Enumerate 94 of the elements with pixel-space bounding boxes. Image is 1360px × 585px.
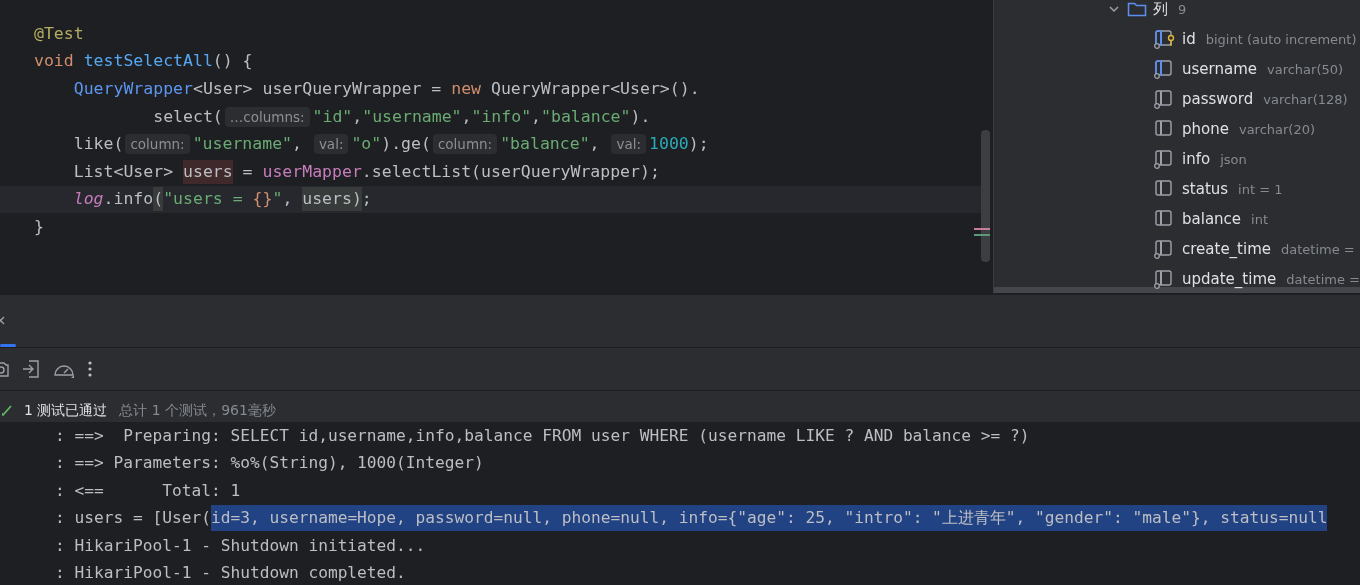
column-name: phone <box>1182 120 1229 138</box>
column-type: bigint (auto increment) <box>1205 31 1357 47</box>
code-token: 1000 <box>649 133 689 156</box>
code-token: = <box>241 160 254 183</box>
column-row[interactable]: password varchar(128) <box>994 84 1360 114</box>
column-row[interactable]: phone varchar(20) <box>994 114 1360 144</box>
column-type: varchar(128) <box>1263 91 1348 107</box>
test-result: 1 测试已通过 <box>24 402 108 420</box>
code-token: .selectList(userQueryWrapper); <box>361 160 660 183</box>
column-name: username <box>1182 60 1257 78</box>
code-token: () { <box>212 50 253 73</box>
column-row[interactable]: username varchar(50) <box>994 54 1360 84</box>
column-type: varchar(20) <box>1238 121 1316 137</box>
code-token: @Test <box>34 22 84 45</box>
code-token: , <box>352 105 363 128</box>
log-text: : users = [User( <box>55 507 211 530</box>
change-marker <box>974 228 990 230</box>
column-type: json <box>1220 151 1247 167</box>
code-token: , <box>282 188 294 211</box>
code-token: , <box>531 105 542 128</box>
column-type: int = 1 <box>1238 181 1283 197</box>
code-token: ; <box>361 188 372 211</box>
column-name: id <box>1182 30 1196 48</box>
code-token: ); <box>688 133 709 156</box>
parameter-hint: …columns: <box>224 106 310 127</box>
code-token: List<User> <box>72 160 175 183</box>
code-token: , <box>292 133 303 156</box>
code-token: ). <box>630 105 651 128</box>
code-token: ).ge( <box>381 133 431 156</box>
code-token: {} <box>252 188 273 211</box>
camera-icon[interactable] <box>0 359 10 379</box>
key-column-icon <box>1154 29 1176 49</box>
code-token: <User> userQueryWrapper = <box>192 78 443 100</box>
code-token: "info" <box>471 105 532 128</box>
log-text: : ==> Preparing: SELECT id,username,info,balance FROM user WHERE (username LIKE ? AND balance >= ?) <box>55 424 1030 447</box>
column-name: password <box>1182 90 1254 108</box>
scrollbar[interactable] <box>981 130 990 262</box>
column-row[interactable]: balance int <box>994 204 1360 234</box>
code-token: userMapper <box>262 160 362 183</box>
item-count: 9 <box>1178 1 1187 17</box>
column-row[interactable]: id bigint (auto increment) <box>994 24 1360 54</box>
folder-icon <box>1127 1 1147 17</box>
change-marker <box>974 234 990 236</box>
log-text: : ==> Parameters: %o%(String), 1000(Integer) <box>55 452 484 475</box>
code-token: "username" <box>362 105 462 128</box>
code-token: .info <box>103 188 154 211</box>
parameter-hint: val: <box>611 134 646 155</box>
selected-log-text: id=3, username=Hope, password=null, phone=null, info={"age": 25, "intro": "上进青年", "gender": "male"}, status=null <box>210 505 1328 532</box>
column-name: status <box>1182 180 1229 198</box>
code-token: } <box>34 215 44 238</box>
code-token: new <box>451 78 483 100</box>
column-row[interactable]: create_time datetime = <box>994 234 1360 264</box>
more-icon[interactable] <box>87 359 93 379</box>
folder-label[interactable]: 列 <box>1153 0 1168 19</box>
code-token: " <box>272 188 283 211</box>
log-text: : HikariPool-1 - Shutdown completed. <box>55 562 406 585</box>
column-type: int <box>1251 211 1268 227</box>
code-token: log <box>72 188 104 211</box>
code-token: , <box>589 133 601 156</box>
log-text: : HikariPool-1 - Shutdown initiated... <box>55 534 426 557</box>
column-name: info <box>1182 150 1211 168</box>
column-name: balance <box>1182 210 1242 228</box>
code-token: testSelectAll <box>83 50 213 73</box>
column-type: datetime = <box>1286 271 1360 287</box>
column-name: create_time <box>1182 240 1271 258</box>
code-token: users) <box>302 187 362 212</box>
column-name: update_time <box>1182 270 1277 288</box>
import-icon[interactable] <box>21 359 41 379</box>
log-text: : <== Total: 1 <box>55 479 241 502</box>
tab-indicator <box>0 344 16 347</box>
code-token: "users = <box>163 188 244 211</box>
code-token: select( <box>152 105 223 128</box>
parameter-hint: column: <box>125 134 190 155</box>
test-summary: 总计 1 个测试，961毫秒 <box>119 402 276 420</box>
code-token: "username" <box>192 133 292 156</box>
code-token: "balance" <box>541 105 631 128</box>
column-row[interactable]: status int = 1 <box>994 174 1360 204</box>
code-token: ( <box>153 187 164 212</box>
code-token: "o" <box>351 133 382 156</box>
parameter-hint: val: <box>313 134 349 155</box>
scrollbar[interactable] <box>994 287 1360 293</box>
code-token: QueryWrapper <box>72 78 193 100</box>
code-token: "balance" <box>500 133 590 156</box>
code-token: "id" <box>312 105 353 128</box>
parameter-hint: column: <box>432 134 498 155</box>
code-token: , <box>461 105 472 128</box>
code-token: void <box>34 50 75 73</box>
column-type: datetime = <box>1281 241 1355 257</box>
column-row[interactable]: update_time datetime = <box>994 264 1360 293</box>
column-type: varchar(50) <box>1267 61 1344 77</box>
code-token: users <box>183 159 233 184</box>
code-token: like( <box>72 133 124 156</box>
column-row[interactable]: info json <box>994 144 1360 174</box>
code-token: QueryWrapper<User>(). <box>491 78 700 100</box>
